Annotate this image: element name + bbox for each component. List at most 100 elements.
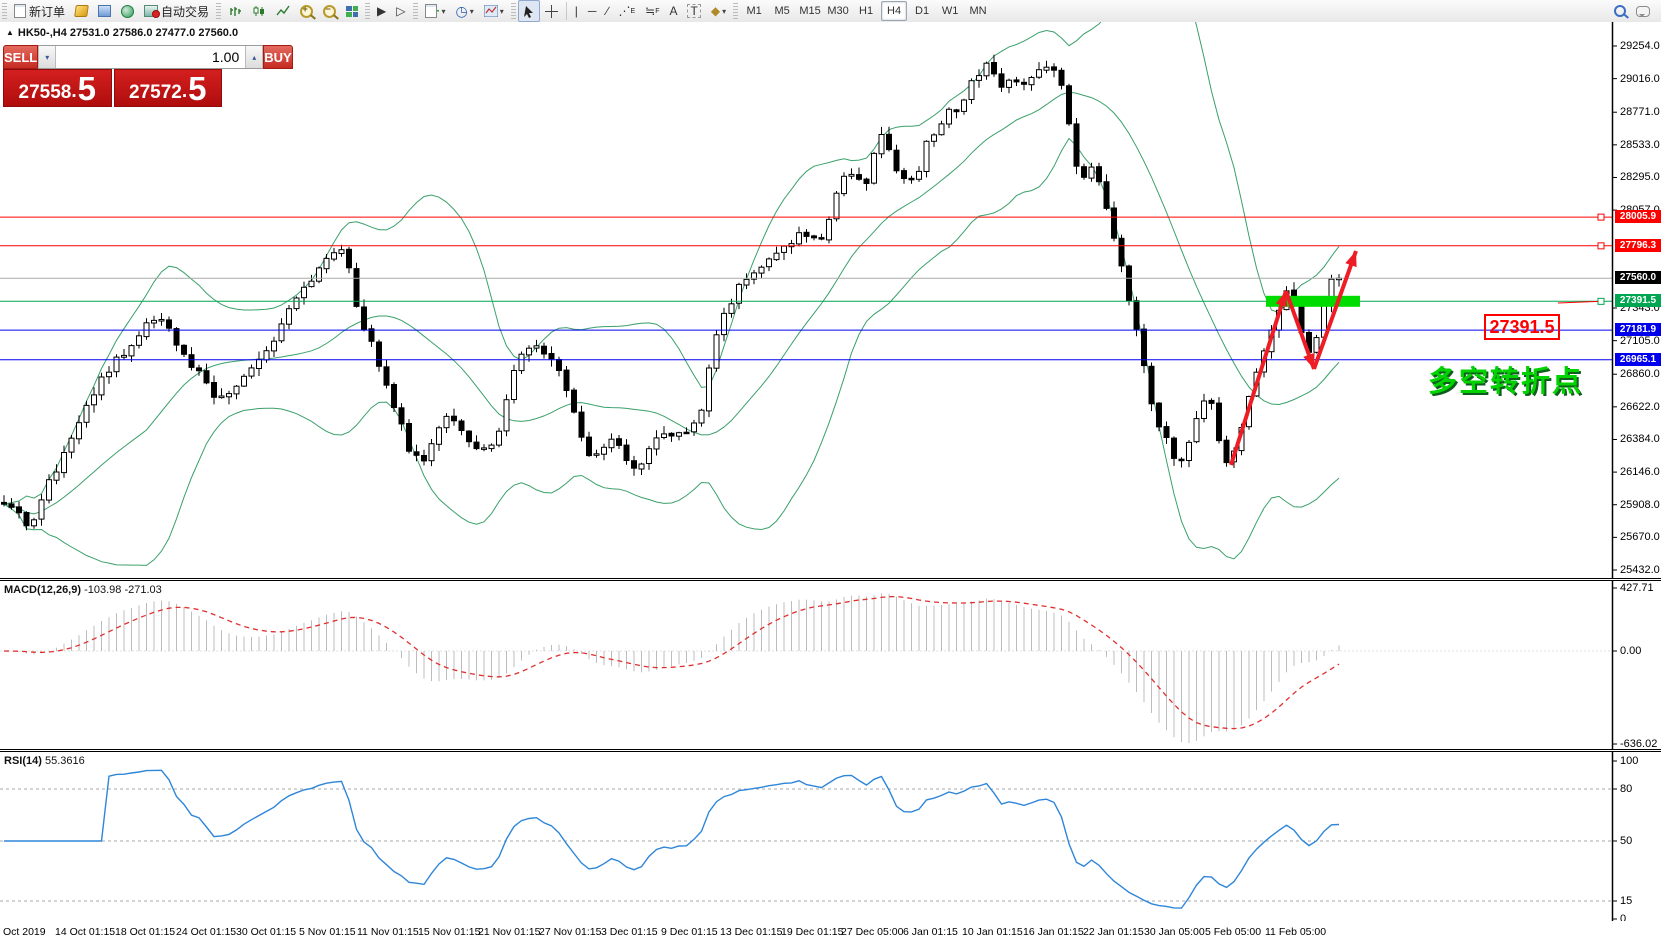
dropdown-icon[interactable]: ▾ <box>500 7 504 16</box>
dropdown-icon[interactable]: ▾ <box>722 7 726 16</box>
macd-panel[interactable]: MACD(12,26,9) -103.98 -271.03 427.710.00… <box>0 580 1661 750</box>
timeframe-group: M1M5M15M30H1H4D1W1MN <box>740 1 992 21</box>
toolbar-grip[interactable] <box>413 3 418 19</box>
time-axis-label: 9 Dec 01:15 <box>661 926 718 938</box>
level-axis-label: 27181.9 <box>1615 323 1661 336</box>
text-label-button[interactable]: T <box>682 0 705 22</box>
zoom-in-button[interactable]: + <box>295 0 318 22</box>
time-axis-label: 27 Dec 05:00 <box>841 926 903 938</box>
trendline-icon: ∕ <box>606 5 608 17</box>
chat-button[interactable] <box>1631 0 1655 22</box>
level-axis-label: 26965.1 <box>1615 353 1661 366</box>
line-chart-button[interactable] <box>271 0 295 22</box>
timeframe-h1-button[interactable]: H1 <box>853 1 879 21</box>
chart-shift-button[interactable]: ▷ <box>391 0 410 22</box>
timeframe-m1-button[interactable]: M1 <box>741 1 767 21</box>
timeframe-m30-button[interactable]: M30 <box>825 1 851 21</box>
macd-axis-label: 427.71 <box>1620 582 1654 594</box>
candle-chart-button[interactable] <box>247 0 271 22</box>
dropdown-icon[interactable]: ▾ <box>442 7 446 16</box>
line-drag-handle[interactable] <box>1598 243 1604 249</box>
red-trend-arrow[interactable] <box>1231 291 1286 465</box>
red-trend-arrow[interactable] <box>1314 251 1356 369</box>
tile-windows-icon <box>346 6 358 17</box>
rsi-panel[interactable]: RSI(14) 55.3616 1008050150 <box>0 751 1661 922</box>
fibonacci-button[interactable]: ≒F <box>640 0 664 22</box>
price-chart[interactable] <box>0 22 1661 578</box>
dropdown-icon[interactable]: ▾ <box>470 7 474 16</box>
toolbar-grip[interactable] <box>733 3 738 19</box>
chart-title: ▲HK50-,H4 27531.0 27586.0 27477.0 27560.… <box>6 27 238 39</box>
arrows-button[interactable]: ◆ ▾ <box>706 0 731 22</box>
timeframe-h4-button[interactable]: H4 <box>881 1 907 21</box>
timeframe-mn-button[interactable]: MN <box>965 1 991 21</box>
timeframe-m15-button[interactable]: M15 <box>797 1 823 21</box>
line-drag-handle[interactable] <box>1598 298 1604 304</box>
time-axis-label: 11 Nov 01:15 <box>357 926 419 938</box>
toolbar-separator <box>566 2 567 20</box>
volume-increase-button[interactable]: ▴ <box>245 46 263 68</box>
time-axis-label: 27 Nov 01:15 <box>539 926 601 938</box>
volume-spinner: ▾ ▴ <box>38 45 263 69</box>
new-order-button[interactable]: 新订单 <box>9 0 70 22</box>
vertical-line-button[interactable]: | <box>570 0 583 22</box>
search-icon <box>1614 5 1626 17</box>
horizontal-line-button[interactable]: ─ <box>583 0 602 22</box>
bar-chart-button[interactable] <box>223 0 247 22</box>
time-axis-label: 24 Oct 01:15 <box>176 926 236 938</box>
time-axis[interactable]: Oct 201914 Oct 01:1518 Oct 01:1524 Oct 0… <box>0 921 1661 943</box>
line-chart-icon <box>276 4 290 18</box>
indicators-icon <box>484 5 498 17</box>
toolbar-grip[interactable] <box>216 3 221 19</box>
crosshair-button[interactable] <box>540 0 563 22</box>
zoom-out-button[interactable]: − <box>318 0 341 22</box>
price-axis-label: 29254.0 <box>1620 40 1660 52</box>
candle-chart-icon <box>252 4 266 18</box>
rsi-chart[interactable] <box>0 752 1661 921</box>
search-button[interactable] <box>1609 0 1631 22</box>
volume-input[interactable] <box>56 46 245 68</box>
buy-button[interactable]: BUY <box>263 45 292 69</box>
market-watch-button[interactable] <box>93 0 116 22</box>
buy-price-display[interactable]: 27572.5 <box>114 69 223 107</box>
new-chart-button[interactable]: + ▾ <box>420 0 451 22</box>
autotrading-button[interactable]: 自动交易 <box>139 0 214 22</box>
text-button[interactable]: A <box>664 0 682 22</box>
timeframe-d1-button[interactable]: D1 <box>909 1 935 21</box>
macd-chart[interactable] <box>0 581 1661 749</box>
rsi-value: 55.3616 <box>45 755 85 767</box>
macd-value: -103.98 <box>84 584 121 596</box>
market-watch-icon <box>98 5 111 17</box>
navigator-button[interactable] <box>116 0 139 22</box>
templates-button[interactable]: ▾ <box>479 0 509 22</box>
line-drag-handle[interactable] <box>1598 214 1604 220</box>
toolbar-grip[interactable] <box>365 3 370 19</box>
time-axis-label: 5 Nov 01:15 <box>299 926 356 938</box>
tile-windows-button[interactable] <box>341 0 363 22</box>
volume-decrease-button[interactable]: ▾ <box>38 46 56 68</box>
sell-price-display[interactable]: 27558.5 <box>3 69 112 107</box>
crosshair-icon <box>545 5 558 18</box>
time-axis-label: 21 Nov 01:15 <box>478 926 540 938</box>
time-axis-label: Oct 2019 <box>3 926 46 938</box>
sell-button[interactable]: SELL <box>3 45 38 69</box>
chart-profile-button[interactable] <box>70 0 93 22</box>
periods-button[interactable]: ◷ ▾ <box>451 0 479 22</box>
toolbar-grip[interactable] <box>511 3 516 19</box>
toolbar-grip[interactable] <box>2 3 7 19</box>
cursor-button[interactable] <box>518 0 540 22</box>
price-axis-label: 28771.0 <box>1620 106 1660 118</box>
cursor-icon <box>523 5 535 18</box>
time-axis-label: 10 Jan 01:15 <box>962 926 1023 938</box>
price-chart-panel[interactable]: ▲HK50-,H4 27531.0 27586.0 27477.0 27560.… <box>0 22 1661 579</box>
price-callout-box[interactable]: 27391.5 <box>1484 314 1560 340</box>
trendline-button[interactable]: ∕ <box>601 0 613 22</box>
equidistant-channel-button[interactable]: ⋰E <box>613 0 640 22</box>
timeframe-m5-button[interactable]: M5 <box>769 1 795 21</box>
shapes-icon: ◆ <box>711 5 720 17</box>
one-click-trading-panel: SELL ▾ ▴ BUY 27558.5 27572.5 <box>3 45 222 107</box>
auto-scroll-button[interactable]: ▶ <box>372 0 391 22</box>
timeframe-w1-button[interactable]: W1 <box>937 1 963 21</box>
bull-bear-turning-point-label[interactable]: 多空转折点 <box>1428 358 1583 400</box>
rsi-axis-label: 80 <box>1620 783 1632 795</box>
